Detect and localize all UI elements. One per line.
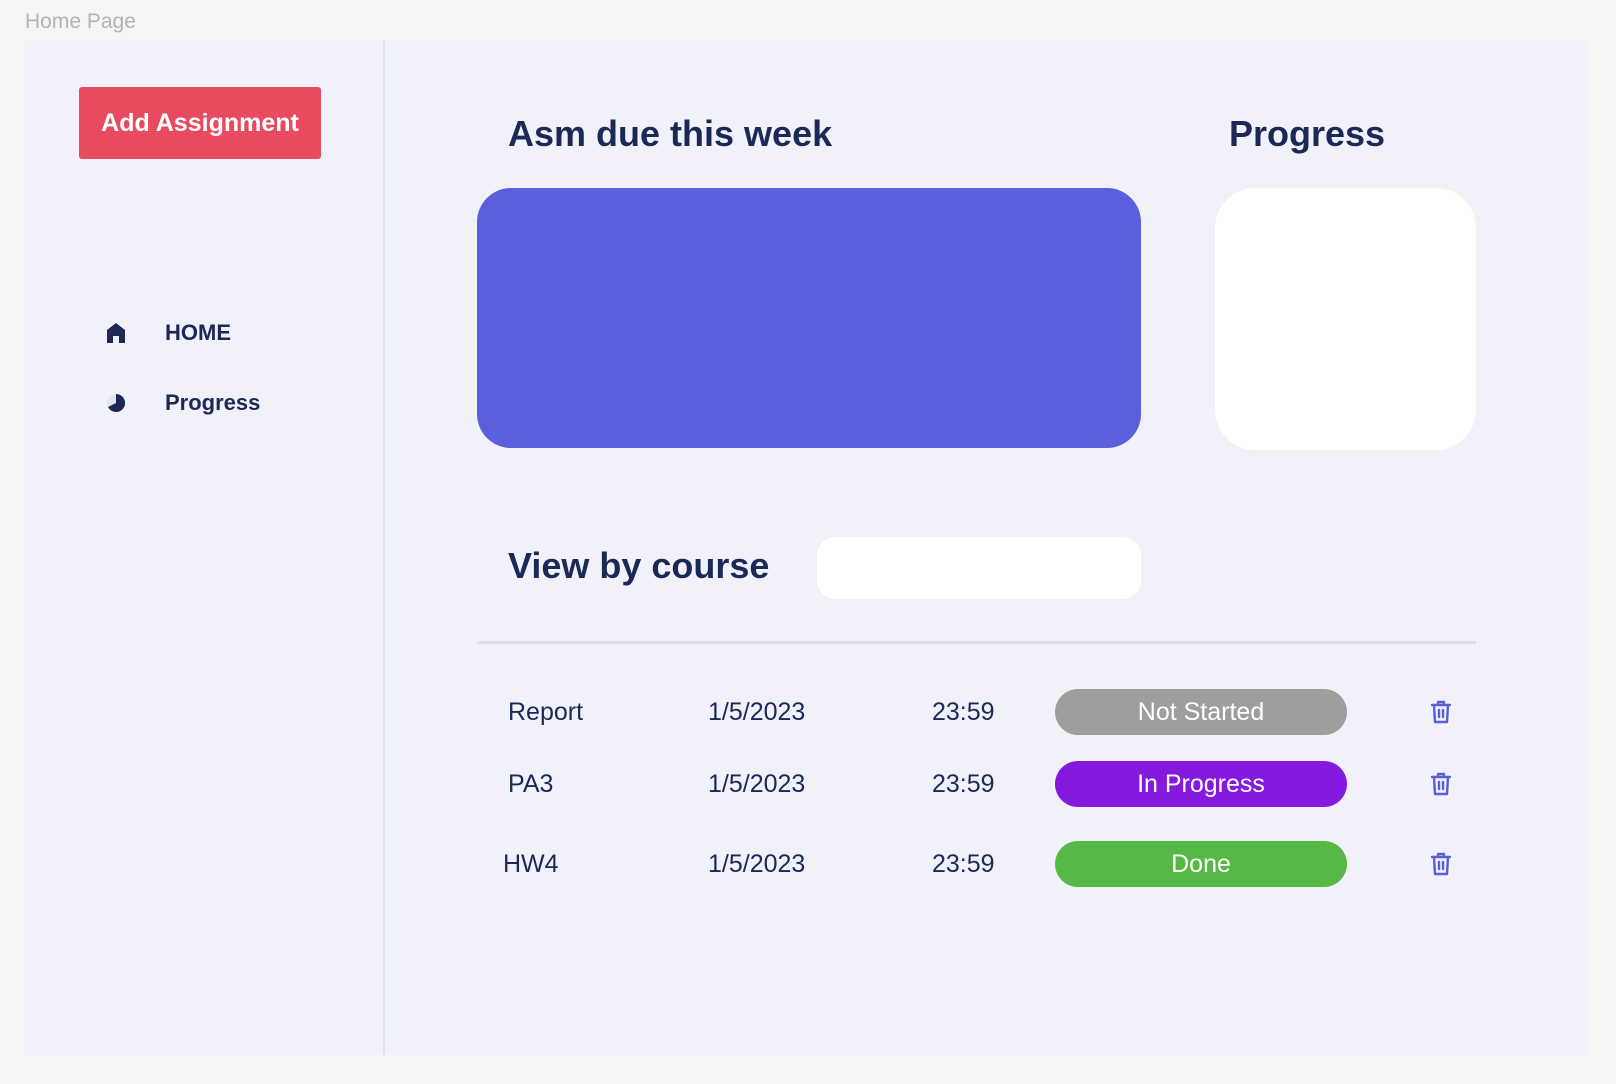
home-icon — [103, 320, 129, 346]
assignment-time: 23:59 — [932, 697, 995, 726]
frame-label: Home Page — [25, 10, 136, 33]
progress-title: Progress — [1229, 113, 1386, 154]
assignment-time: 23:59 — [932, 769, 995, 798]
home-page: Add Assignment HOME Progress Asm due thi… — [25, 40, 1588, 1055]
sidebar-item-home[interactable]: HOME — [103, 320, 231, 346]
assignment-time: 23:59 — [932, 849, 995, 878]
status-badge[interactable]: Not Started — [1055, 689, 1347, 735]
table-row: HW4 1/5/2023 23:59 Done — [477, 841, 1476, 887]
sidebar: Add Assignment HOME Progress — [25, 40, 385, 1055]
assignment-name: Report — [508, 697, 584, 726]
add-assignment-button[interactable]: Add Assignment — [79, 87, 321, 159]
assignment-name: PA3 — [508, 769, 554, 798]
status-badge[interactable]: In Progress — [1055, 761, 1347, 807]
divider — [477, 641, 1476, 644]
course-select[interactable] — [817, 537, 1141, 599]
pie-chart-icon — [103, 390, 129, 416]
trash-icon[interactable] — [1428, 771, 1454, 797]
assignment-date: 1/5/2023 — [708, 849, 806, 878]
table-row: Report 1/5/2023 23:59 Not Started — [477, 689, 1476, 735]
sidebar-item-label: HOME — [165, 320, 231, 345]
assignment-name: HW4 — [503, 849, 559, 878]
due-this-week-card[interactable] — [477, 188, 1141, 448]
due-this-week-title: Asm due this week — [508, 113, 833, 154]
status-badge[interactable]: Done — [1055, 841, 1347, 887]
view-by-course-title: View by course — [508, 545, 770, 586]
progress-card[interactable] — [1215, 188, 1476, 450]
sidebar-item-progress[interactable]: Progress — [103, 390, 260, 416]
assignment-date: 1/5/2023 — [708, 697, 806, 726]
assignment-date: 1/5/2023 — [708, 769, 806, 798]
trash-icon[interactable] — [1428, 699, 1454, 725]
sidebar-item-label: Progress — [165, 390, 261, 415]
table-row: PA3 1/5/2023 23:59 In Progress — [477, 761, 1476, 807]
trash-icon[interactable] — [1428, 851, 1454, 877]
